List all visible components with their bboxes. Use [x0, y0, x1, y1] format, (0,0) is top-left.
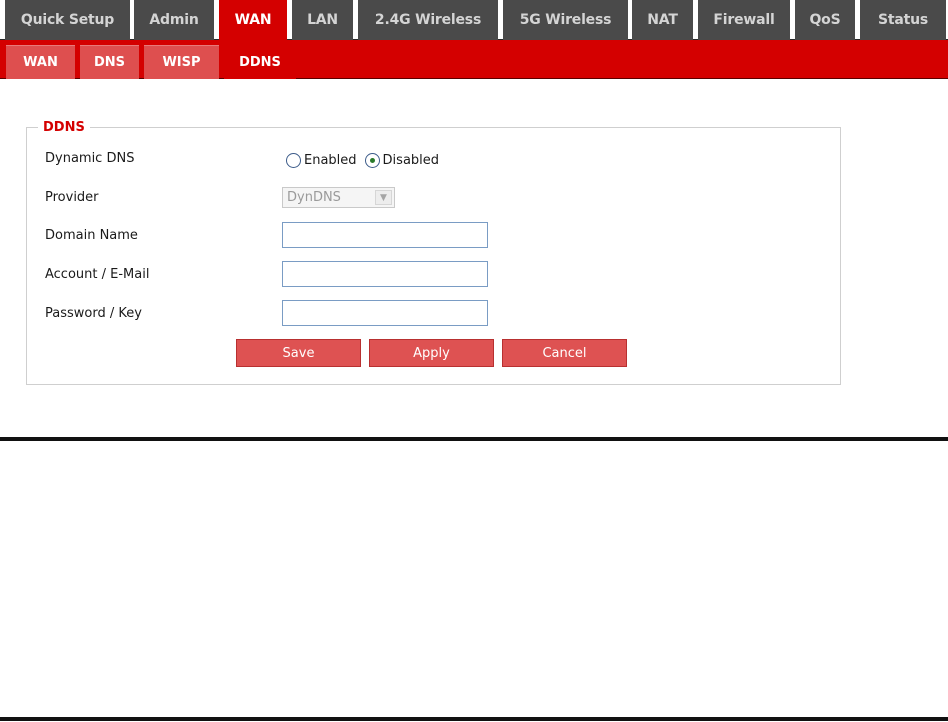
save-button[interactable]: Save	[236, 339, 361, 367]
domain-name-label: Domain Name	[45, 228, 138, 243]
password-key-label: Password / Key	[45, 306, 142, 321]
divider-bottom	[0, 717, 948, 721]
account-email-input[interactable]	[282, 261, 488, 287]
provider-select-value: DynDNS	[287, 190, 341, 205]
tab-admin[interactable]: Admin	[134, 0, 214, 40]
provider-label: Provider	[45, 190, 99, 205]
radio-enabled-label: Enabled	[304, 152, 357, 168]
tab-status[interactable]: Status	[860, 0, 946, 40]
tab-firewall[interactable]: Firewall	[698, 0, 790, 40]
radio-enabled[interactable]: Enabled	[286, 152, 357, 168]
top-navigation: Quick Setup Admin WAN LAN 2.4G Wireless …	[0, 0, 948, 40]
dynamic-dns-label: Dynamic DNS	[45, 151, 135, 166]
radio-enabled-circle[interactable]	[286, 152, 301, 168]
tab-qos[interactable]: QoS	[795, 0, 855, 40]
tab-wan[interactable]: WAN	[219, 0, 287, 40]
subtab-dns[interactable]: DNS	[80, 45, 139, 79]
tab-lan[interactable]: LAN	[292, 0, 353, 40]
domain-name-input[interactable]	[282, 222, 488, 248]
tab-nat[interactable]: NAT	[632, 0, 693, 40]
dynamic-dns-radio-group: Enabled Disabled	[286, 150, 447, 170]
provider-select[interactable]: DynDNS ▼	[282, 187, 395, 208]
tab-quick-setup[interactable]: Quick Setup	[5, 0, 130, 40]
subtab-wisp[interactable]: WISP	[144, 45, 219, 79]
subtab-ddns[interactable]: DDNS	[224, 45, 296, 79]
radio-disabled-label: Disabled	[382, 152, 440, 168]
password-key-input[interactable]	[282, 300, 488, 326]
account-email-label: Account / E-Mail	[45, 267, 150, 282]
divider-top	[0, 437, 948, 441]
subtab-wan[interactable]: WAN	[6, 45, 75, 79]
tab-2-4g-wireless[interactable]: 2.4G Wireless	[358, 0, 498, 40]
tab-5g-wireless[interactable]: 5G Wireless	[503, 0, 628, 40]
ddns-legend: DDNS	[38, 120, 90, 135]
radio-disabled-circle[interactable]	[364, 152, 380, 168]
apply-button[interactable]: Apply	[369, 339, 494, 367]
radio-disabled[interactable]: Disabled	[364, 152, 440, 168]
chevron-down-icon[interactable]: ▼	[375, 190, 392, 205]
sub-navigation: WAN DNS WISP DDNS	[0, 40, 948, 79]
cancel-button[interactable]: Cancel	[502, 339, 627, 367]
